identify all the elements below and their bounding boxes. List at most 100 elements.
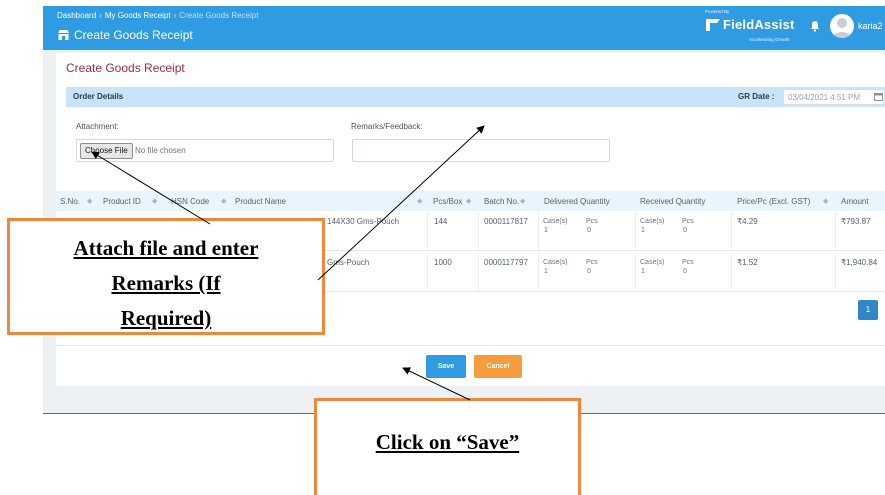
column-divider [731, 211, 732, 251]
cell-batch: 0000117817 [484, 217, 528, 226]
column-header-received: Received Quantity [640, 197, 706, 206]
cell-pcs-box: 144 [434, 217, 448, 226]
page-title: Create Goods Receipt [74, 28, 193, 42]
column-header-sno[interactable]: S.No. [60, 197, 80, 206]
cell-amount: ₹793.87 [841, 217, 871, 226]
column-divider [635, 211, 636, 251]
attachment-label: Attachment: [76, 122, 119, 131]
sort-icon[interactable]: ◆ [823, 197, 828, 205]
column-divider [538, 211, 539, 251]
no-file-text: No file chosen [135, 146, 186, 155]
breadcrumb-goods-receipt[interactable]: My Goods Receipt [105, 11, 171, 20]
column-header-batch[interactable]: Batch No. [484, 197, 519, 206]
cell-delivered-cases-label: Case(s) [543, 259, 568, 266]
column-divider [538, 252, 539, 292]
cell-pcs-box: 1000 [434, 258, 452, 267]
cell-received-pcs: 0 [683, 268, 687, 275]
gr-date-label: GR Date : [738, 92, 775, 101]
callout-save-text: Click on “Save” [375, 430, 520, 454]
fieldassist-logo-icon [706, 18, 720, 31]
cell-received-cases: 1 [641, 268, 645, 275]
column-divider [635, 252, 636, 292]
brand-name-text: FieldAssist [723, 17, 795, 32]
gr-date-value: 03/04/2021 4:51 PM [788, 93, 861, 102]
breadcrumb: Dashboard › My Goods Receipt › Create Goods … [57, 11, 258, 20]
cell-delivered-pcs-label: Pcs [586, 218, 598, 225]
sort-icon[interactable]: ◆ [87, 197, 92, 205]
cell-received-pcs-label: Pcs [682, 259, 694, 266]
cell-received-pcs-label: Pcs [682, 218, 694, 225]
cell-price: ₹1.52 [737, 258, 758, 267]
brand-logo: Powered By FieldAssist Accelerating Grow… [703, 9, 803, 45]
remarks-input[interactable] [352, 139, 610, 162]
cancel-button[interactable]: Cancel [474, 355, 522, 378]
remarks-label: Remarks/Feedback: [351, 122, 423, 131]
callout-attach-line-3: Required) [120, 306, 212, 330]
callout-attach-instructions: Attach file and enter Remarks (If Requir… [7, 218, 325, 335]
column-divider [731, 252, 732, 292]
brand-name: FieldAssist [705, 17, 795, 32]
bell-icon[interactable] [810, 20, 820, 32]
column-divider [427, 252, 428, 292]
column-divider [835, 211, 836, 251]
cell-price: ₹4.29 [737, 217, 758, 226]
sort-icon[interactable]: ◆ [520, 197, 525, 205]
calendar-icon[interactable] [874, 92, 883, 101]
cell-delivered-cases: 1 [544, 268, 548, 275]
column-divider [427, 211, 428, 251]
breadcrumb-separator: › [173, 11, 177, 20]
column-header-product-id[interactable]: Product ID [103, 197, 141, 206]
column-header-amount[interactable]: Amount [841, 197, 869, 206]
save-button[interactable]: Save [426, 355, 466, 378]
column-header-delivered: Delivered Quantity [544, 197, 610, 206]
breadcrumb-current: Create Goods Receipt [179, 11, 259, 20]
sort-icon[interactable]: ◆ [417, 197, 422, 205]
breadcrumb-dashboard[interactable]: Dashboard [57, 11, 96, 20]
cell-batch: 0000117797 [484, 258, 528, 267]
username[interactable]: karia2 [858, 21, 883, 31]
cell-product-name: Gms-Pouch [327, 258, 370, 267]
column-divider [835, 252, 836, 292]
column-header-hsn[interactable]: HSN Code [171, 197, 209, 206]
cell-received-pcs: 0 [683, 227, 687, 234]
gr-date-field[interactable]: 03/04/2021 4:51 PM [783, 89, 885, 105]
card-title: Create Goods Receipt [66, 61, 185, 75]
table-header: S.No. ◆ Product ID ◆ HSN Code ◆ Product … [56, 191, 885, 211]
pagination-page-1[interactable]: 1 [858, 300, 878, 320]
store-icon [58, 30, 69, 40]
cell-delivered-cases: 1 [544, 227, 548, 234]
order-details-bar: Order Details GR Date : 03/04/2021 4:51 … [66, 87, 885, 107]
avatar-silhouette-icon [833, 18, 851, 38]
cell-received-cases-label: Case(s) [640, 259, 665, 266]
page-heading: Create Goods Receipt [57, 28, 193, 42]
choose-file-button[interactable]: Choose File [80, 143, 133, 159]
sort-icon[interactable]: ◆ [152, 197, 157, 205]
cell-delivered-pcs: 0 [587, 268, 591, 275]
brand-powered-by: Powered By [705, 9, 730, 14]
brand-tagline: Accelerating Growth [749, 37, 790, 42]
attachment-file-input[interactable]: Choose File No file chosen [76, 139, 334, 162]
callout-attach-text: Attach file and enter Remarks (If Requir… [10, 231, 322, 336]
column-header-price[interactable]: Price/Pc (Excl. GST) [737, 197, 810, 206]
column-header-product-name[interactable]: Product Name [235, 197, 286, 206]
sort-icon[interactable]: ◆ [466, 197, 471, 205]
cell-amount: ₹1,940.84 [841, 258, 878, 267]
callout-attach-line-2: Remarks (If [111, 271, 221, 295]
breadcrumb-separator: › [99, 11, 102, 20]
cell-delivered-pcs-label: Pcs [586, 259, 598, 266]
column-header-pcs-box[interactable]: Pcs/Box [433, 197, 462, 206]
callout-attach-line-1: Attach file and enter [73, 236, 259, 260]
sort-icon[interactable]: ◆ [221, 197, 226, 205]
cell-delivered-pcs: 0 [587, 227, 591, 234]
user-avatar[interactable] [830, 14, 854, 38]
cell-received-cases: 1 [641, 227, 645, 234]
cell-delivered-cases-label: Case(s) [543, 218, 568, 225]
section-title: Order Details [73, 92, 124, 101]
cell-product-name: 144X30 Gms-Pouch [327, 217, 400, 226]
column-divider [478, 211, 479, 251]
callout-save-instruction: Click on “Save” [314, 398, 581, 495]
cell-received-cases-label: Case(s) [640, 218, 665, 225]
screenshot-stage: Dashboard › My Goods Receipt › Create Goods … [0, 0, 885, 495]
app-window: Dashboard › My Goods Receipt › Create Goods … [43, 6, 885, 414]
top-bar: Dashboard › My Goods Receipt › Create Goods … [43, 6, 885, 50]
